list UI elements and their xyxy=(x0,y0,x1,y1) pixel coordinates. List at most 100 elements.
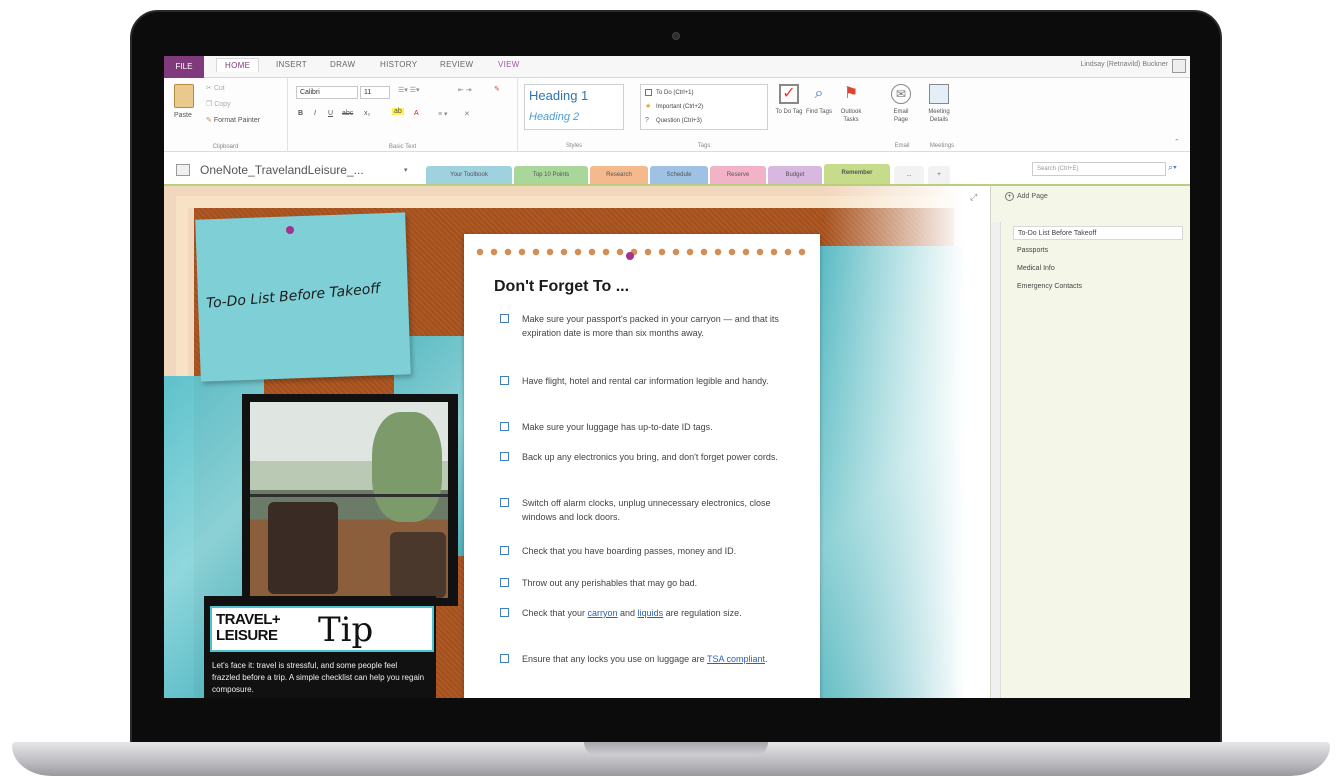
bullets-icon[interactable]: ☰▾ ☰▾ xyxy=(398,86,420,94)
plus-icon: + xyxy=(1005,192,1014,201)
tab-view[interactable]: VIEW xyxy=(498,60,520,69)
carryon-link[interactable]: carryon xyxy=(588,608,618,618)
collapse-ribbon-icon[interactable]: ⌃ xyxy=(1174,138,1180,146)
page-item-emergency-contacts[interactable]: Emergency Contacts xyxy=(1013,280,1183,294)
checklist-item-text[interactable]: Check that your carryon and liquids are … xyxy=(522,606,798,620)
search-input[interactable]: Search (Ctrl+E) xyxy=(1032,162,1166,176)
add-page-button[interactable]: + Add Page xyxy=(1005,192,1048,201)
search-tags-icon: ⌕ xyxy=(814,85,824,102)
notebook-name[interactable]: OneNote_TravelandLeisure_... xyxy=(200,163,364,177)
notebook-icon[interactable] xyxy=(176,164,190,176)
tab-file[interactable]: FILE xyxy=(164,56,204,78)
todo-checkbox[interactable] xyxy=(500,546,509,555)
copy-button[interactable]: ❐ Copy xyxy=(206,100,231,108)
cut-button[interactable]: ✂ Cut xyxy=(206,84,225,92)
outlook-tasks-button[interactable]: ⚑ Outlook Tasks xyxy=(836,84,866,124)
checklist-item-text[interactable]: Check that you have boarding passes, mon… xyxy=(522,544,798,558)
delete-icon[interactable]: ✕ xyxy=(464,110,470,118)
checklist-item-text[interactable]: Switch off alarm clocks, unplug unnecess… xyxy=(522,496,798,524)
section-tab-remember[interactable]: Remember xyxy=(824,164,890,184)
expand-icon[interactable]: ⤢ xyxy=(970,192,977,203)
envelope-icon: ✉ xyxy=(891,84,911,104)
todo-checkbox[interactable] xyxy=(500,498,509,507)
todo-checkbox[interactable] xyxy=(500,314,509,323)
indent-icon[interactable]: ⇤ ⇥ xyxy=(458,86,472,94)
user-name[interactable]: Lindsay (Retnavild) Buckner xyxy=(1080,61,1168,68)
format-painter-button[interactable]: ✎ Format Painter xyxy=(206,116,260,124)
checklist-title[interactable]: Don't Forget To ... xyxy=(494,278,629,296)
note-pushpin-icon xyxy=(626,252,634,260)
checklist-item-text[interactable]: Have flight, hotel and rental car inform… xyxy=(522,374,798,388)
section-tab-reserve[interactable]: Reserve xyxy=(710,166,766,184)
tsa-compliant-link[interactable]: TSA compliant xyxy=(707,654,765,664)
checklist-item-text[interactable]: Make sure your luggage has up-to-date ID… xyxy=(522,420,798,434)
font-size-select[interactable]: 11 xyxy=(360,86,390,99)
tag-important[interactable]: ★ Important (Ctrl+2) xyxy=(645,103,703,110)
todo-checkbox[interactable] xyxy=(500,608,509,617)
checklist-note[interactable]: Don't Forget To ... Make sure your passp… xyxy=(464,234,820,698)
tab-review[interactable]: REVIEW xyxy=(440,60,473,69)
section-tab-toolbook[interactable]: Your Toolbook xyxy=(426,166,512,184)
tip-brand-line2: LEISURE xyxy=(216,627,278,644)
tab-draw[interactable]: DRAW xyxy=(330,60,355,69)
todo-checkbox[interactable] xyxy=(500,654,509,663)
checklist-item-text[interactable]: Throw out any perishables that may go ba… xyxy=(522,576,798,590)
page-item-passports[interactable]: Passports xyxy=(1013,244,1183,258)
todo-sticky-note: To-Do List Before Takeoff xyxy=(195,212,411,382)
item-text-part: . xyxy=(765,654,768,664)
tab-insert[interactable]: INSERT xyxy=(276,60,307,69)
liquids-link[interactable]: liquids xyxy=(638,608,664,618)
search-icon[interactable]: ⌕▾ xyxy=(1168,162,1177,173)
page-item-todo[interactable]: To-Do List Before Takeoff xyxy=(1013,226,1183,240)
paste-button[interactable]: Paste xyxy=(174,112,192,119)
strikethrough-button[interactable]: abc xyxy=(342,110,353,117)
pages-scrollbar[interactable] xyxy=(991,222,1001,698)
style-heading2[interactable]: Heading 2 xyxy=(529,111,579,123)
user-avatar[interactable] xyxy=(1172,59,1186,73)
align-icon[interactable]: ≡ ▾ xyxy=(438,110,448,118)
clear-format-icon[interactable]: ✎ xyxy=(494,85,500,93)
tags-gallery[interactable]: To Do (Ctrl+1) ★ Important (Ctrl+2) ? Ques… xyxy=(640,84,768,130)
todo-checkbox[interactable] xyxy=(500,452,509,461)
paste-icon[interactable] xyxy=(174,84,194,108)
onenote-window: FILE HOME INSERT DRAW HISTORY REVIEW VIE… xyxy=(164,56,1190,698)
styles-gallery[interactable]: Heading 1 Heading 2 xyxy=(524,84,624,130)
font-name-select[interactable]: Calibri xyxy=(296,86,358,99)
tab-home[interactable]: HOME xyxy=(216,58,260,72)
tag-todo[interactable]: To Do (Ctrl+1) xyxy=(645,89,694,96)
tab-history[interactable]: HISTORY xyxy=(380,60,417,69)
email-group-label: Email xyxy=(894,143,910,149)
basic-text-group-label: Basic Text xyxy=(388,144,417,150)
pushpin-icon xyxy=(286,226,294,234)
checklist-item-text[interactable]: Make sure your passport's packed in your… xyxy=(522,312,798,340)
tag-question[interactable]: ? Question (Ctrl+3) xyxy=(645,117,702,124)
checklist-item-text[interactable]: Ensure that any locks you use on luggage… xyxy=(522,652,798,666)
underline-button[interactable]: U xyxy=(328,110,333,117)
notebook-dropdown-icon[interactable]: ▾ xyxy=(404,166,408,174)
font-color-button[interactable]: A xyxy=(414,110,419,117)
add-section-button[interactable]: + xyxy=(928,166,950,184)
laptop-notch xyxy=(584,742,768,756)
section-tab-schedule[interactable]: Schedule xyxy=(650,166,708,184)
tip-card: TRAVEL+ LEISURE Tip Let's face it: travel… xyxy=(204,596,436,698)
todo-checkbox[interactable] xyxy=(500,578,509,587)
section-tab-budget[interactable]: Budget xyxy=(768,166,822,184)
page-item-medical-info[interactable]: Medical Info xyxy=(1013,262,1183,276)
checklist-item-text[interactable]: Back up any electronics you bring, and d… xyxy=(522,450,798,464)
page-canvas[interactable]: To-Do List Before Takeoff TRAVEL+ LEISURE… xyxy=(164,186,990,698)
subscript-button[interactable]: x₂ xyxy=(364,110,370,117)
todo-tag-button[interactable]: ✓ To Do Tag xyxy=(774,84,804,116)
todo-note-title: To-Do List Before Takeoff xyxy=(205,280,382,312)
italic-button[interactable]: I xyxy=(314,110,316,117)
section-tab-top10[interactable]: Top 10 Points xyxy=(514,166,588,184)
highlight-icon[interactable]: ab xyxy=(392,108,404,115)
bold-button[interactable]: B xyxy=(298,110,303,117)
section-tab-research[interactable]: Research xyxy=(590,166,648,184)
section-tab-more[interactable]: ... xyxy=(894,166,924,184)
style-heading1[interactable]: Heading 1 xyxy=(529,88,588,103)
todo-checkbox[interactable] xyxy=(500,376,509,385)
meeting-details-button[interactable]: Meeting Details xyxy=(924,84,954,124)
todo-checkbox[interactable] xyxy=(500,422,509,431)
email-page-button[interactable]: ✉ Email Page xyxy=(886,84,916,124)
find-tags-button[interactable]: ⌕ Find Tags xyxy=(804,84,834,116)
